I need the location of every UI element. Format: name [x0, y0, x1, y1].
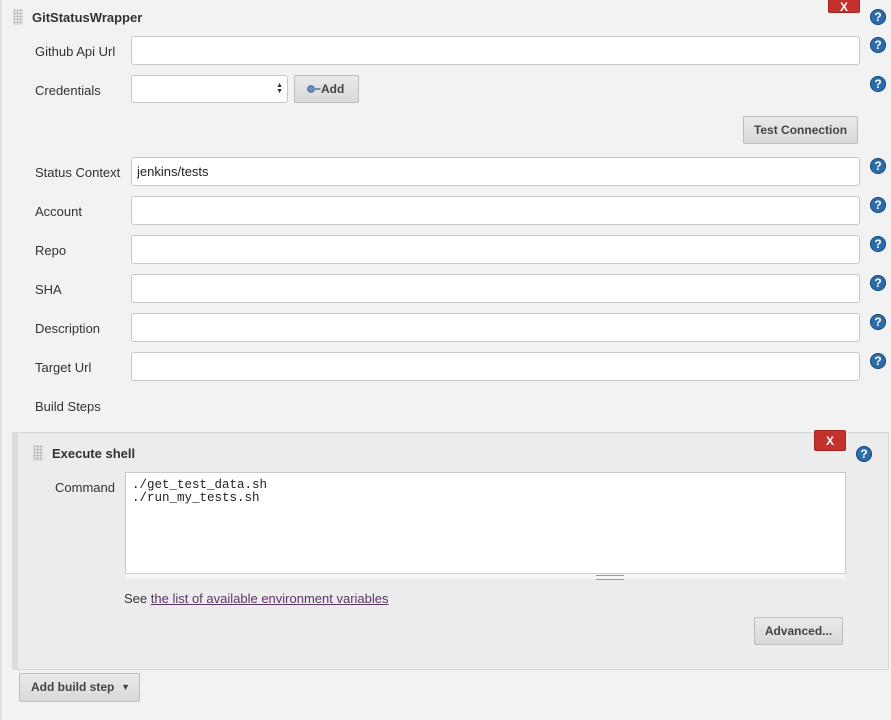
env-vars-link[interactable]: the list of available environment variab…: [151, 591, 389, 606]
command-textarea[interactable]: ./get_test_data.sh ./run_my_tests.sh: [125, 472, 846, 579]
command-label: Command: [55, 480, 115, 495]
github-api-url-input[interactable]: [131, 36, 860, 65]
textarea-resize-handle[interactable]: [125, 573, 846, 580]
help-icon[interactable]: ?: [870, 76, 886, 92]
credentials-label: Credentials: [35, 83, 101, 98]
test-connection-button[interactable]: Test Connection: [743, 116, 858, 144]
build-steps-label: Build Steps: [35, 399, 101, 414]
add-button-label: Add: [321, 82, 345, 96]
env-vars-hint: See the list of available environment va…: [124, 591, 389, 606]
help-icon[interactable]: ?: [870, 236, 886, 252]
add-credentials-button[interactable]: Add: [294, 75, 359, 103]
status-context-input[interactable]: [131, 157, 860, 186]
credentials-select[interactable]: ▲ ▼: [131, 75, 288, 103]
sha-label: SHA: [35, 282, 62, 297]
status-context-label: Status Context: [35, 165, 121, 180]
advanced-button[interactable]: Advanced...: [754, 617, 843, 645]
drag-handle-icon[interactable]: [13, 9, 23, 25]
sha-input[interactable]: [131, 274, 860, 303]
delete-wrapper-button[interactable]: X: [828, 0, 860, 14]
repo-input[interactable]: [131, 235, 860, 264]
account-input[interactable]: [131, 196, 860, 225]
account-label: Account: [35, 204, 82, 219]
select-arrows-icon: ▲ ▼: [276, 82, 283, 95]
help-icon[interactable]: ?: [870, 37, 886, 53]
caret-down-icon: ▼: [121, 682, 130, 692]
repo-label: Repo: [35, 243, 67, 258]
target-url-input[interactable]: [131, 352, 860, 381]
execute-shell-panel-bar: [12, 432, 18, 670]
help-icon[interactable]: ?: [870, 158, 886, 174]
drag-handle-icon[interactable]: [33, 445, 43, 461]
github-api-url-label: Github Api Url: [35, 44, 116, 59]
add-build-step-button[interactable]: Add build step ▼: [19, 673, 140, 702]
target-url-label: Target Url: [35, 360, 92, 375]
help-icon[interactable]: ?: [870, 9, 886, 25]
wrapper-title: GitStatusWrapper: [32, 10, 143, 25]
git-status-wrapper-panel: GitStatusWrapper X ? Github Api Url ? Cr…: [0, 0, 891, 720]
help-icon[interactable]: ?: [870, 314, 886, 330]
help-icon[interactable]: ?: [870, 353, 886, 369]
add-build-step-label: Add build step: [31, 680, 115, 694]
help-icon[interactable]: ?: [870, 197, 886, 213]
delete-execute-shell-button[interactable]: X: [814, 430, 846, 451]
see-text: See: [124, 591, 148, 606]
key-icon: [307, 85, 321, 93]
execute-shell-title: Execute shell: [52, 446, 136, 461]
grip-lines-icon: [596, 575, 624, 580]
panel-border: [0, 0, 2, 720]
description-input[interactable]: [131, 313, 860, 342]
description-label: Description: [35, 321, 101, 336]
help-icon[interactable]: ?: [870, 275, 886, 291]
help-icon[interactable]: ?: [856, 446, 872, 462]
